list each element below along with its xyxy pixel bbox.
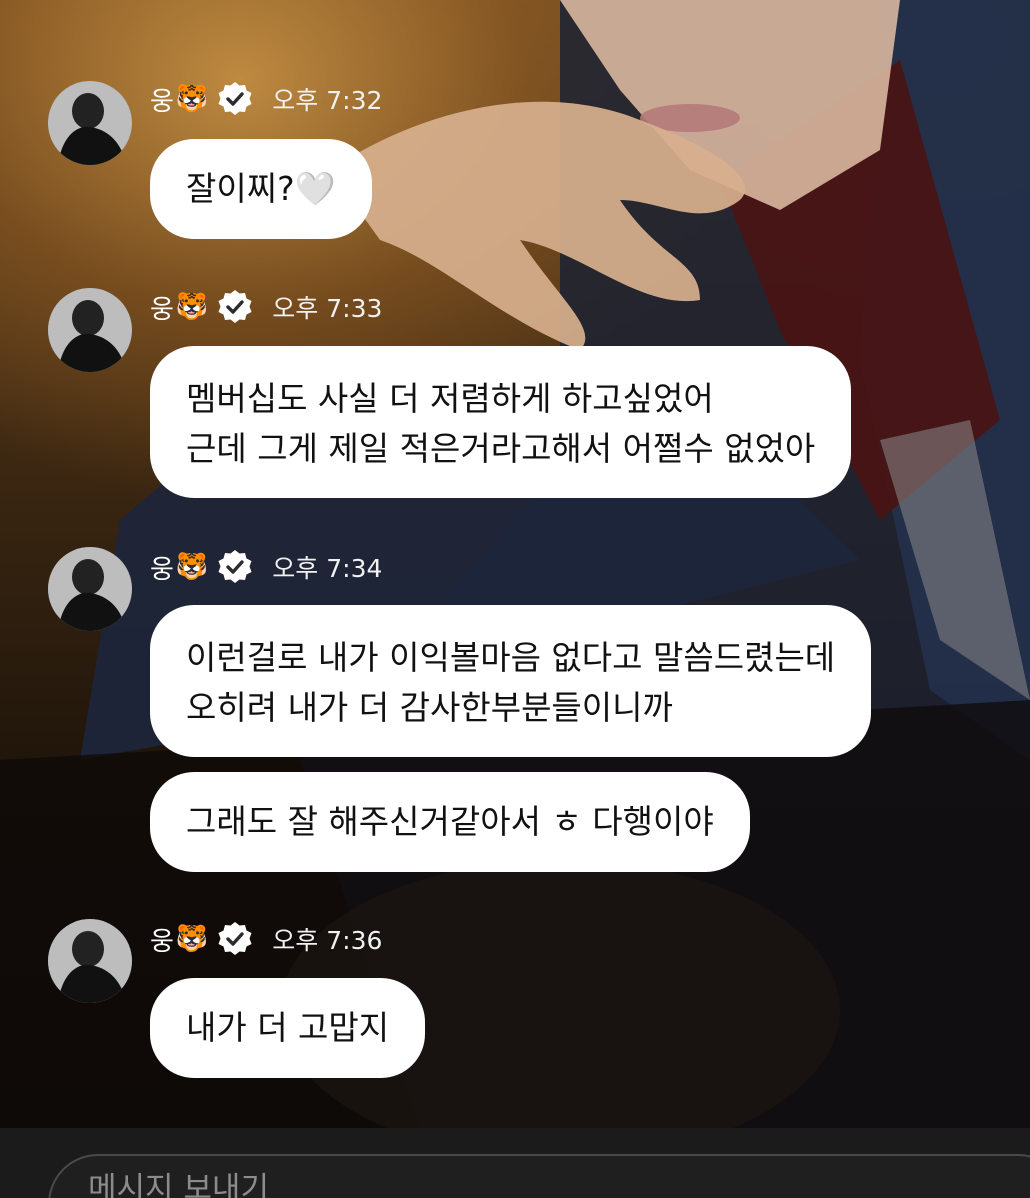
message-text: 그래도 잘 해주신거같아서 ㅎ 다행이야 xyxy=(186,802,714,841)
tiger-emoji: 🐯 xyxy=(175,84,209,114)
message-text: 내가 더 고맙지 xyxy=(186,1008,390,1047)
avatar-photo xyxy=(48,288,132,372)
avatar-photo xyxy=(48,81,132,165)
timestamp: 오후 7:33 xyxy=(272,294,383,323)
verified-badge-icon xyxy=(216,80,254,118)
message-bubble[interactable]: 멤버십도 사실 더 저렴하게 하고싶었어 근데 그게 제일 적은거라고해서 어쩔… xyxy=(150,346,852,498)
message-text: 근데 그게 제일 적은거라고해서 어쩔수 없었아 xyxy=(186,429,816,468)
message-bubble[interactable]: 내가 더 고맙지 xyxy=(150,978,426,1078)
avatar-photo xyxy=(48,919,132,1003)
avatar[interactable] xyxy=(48,288,132,372)
verified-badge-icon xyxy=(216,288,254,326)
tiger-emoji: 🐯 xyxy=(175,924,209,954)
avatar[interactable] xyxy=(48,547,132,631)
message-bubble[interactable]: 잘이찌?🤍 xyxy=(150,139,372,239)
message-bubble[interactable]: 이런걸로 내가 이익볼마음 없다고 말씀드렸는데 오히려 내가 더 감사한부분들… xyxy=(150,605,872,757)
avatar[interactable] xyxy=(48,919,132,1003)
message-bubble[interactable]: 그래도 잘 해주신거같아서 ㅎ 다행이야 xyxy=(150,772,750,872)
sender-name: 웅 xyxy=(150,294,174,325)
sender-name: 웅 xyxy=(150,86,174,117)
tiger-emoji: 🐯 xyxy=(175,552,209,582)
avatar[interactable] xyxy=(48,81,132,165)
message-meta: 웅 🐯 오후 7:36 xyxy=(150,919,382,959)
message-input-container[interactable] xyxy=(48,1154,1030,1198)
message-text: 잘이찌?🤍 xyxy=(186,169,336,208)
message-meta: 웅 🐯 오후 7:34 xyxy=(150,547,382,587)
verified-badge-icon xyxy=(216,548,254,586)
message-text: 멤버십도 사실 더 저렴하게 하고싶었어 xyxy=(186,379,714,418)
message-meta: 웅 🐯 오후 7:32 xyxy=(150,79,382,119)
timestamp: 오후 7:36 xyxy=(272,926,383,955)
message-text: 이런걸로 내가 이익볼마음 없다고 말씀드렸는데 xyxy=(186,638,836,677)
message-text: 오히려 내가 더 감사한부분들이니까 xyxy=(186,688,673,727)
timestamp: 오후 7:34 xyxy=(272,554,383,583)
avatar-photo xyxy=(48,547,132,631)
message-input-bar xyxy=(0,1128,1030,1198)
sender-name: 웅 xyxy=(150,926,174,957)
tiger-emoji: 🐯 xyxy=(175,292,209,322)
message-input[interactable] xyxy=(86,1170,690,1198)
message-meta: 웅 🐯 오후 7:33 xyxy=(150,287,382,327)
sender-name: 웅 xyxy=(150,554,174,585)
timestamp: 오후 7:32 xyxy=(272,86,383,115)
verified-badge-icon xyxy=(216,920,254,958)
